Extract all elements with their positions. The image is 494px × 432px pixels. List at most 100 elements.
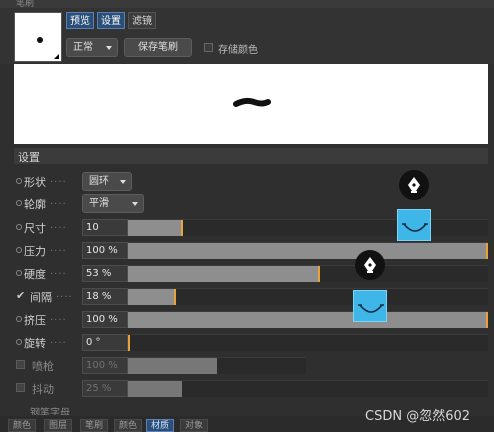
animate-dot-icon[interactable]	[16, 247, 22, 253]
spacing-row: ✔ 间隔 .... 18 %	[14, 286, 488, 307]
hardness-input[interactable]: 53 %	[82, 265, 128, 282]
size-slider-handle[interactable]	[181, 220, 183, 236]
chevron-down-icon	[120, 180, 126, 184]
tab-color[interactable]: 颜色	[8, 419, 37, 432]
squeeze-input[interactable]: 100 %	[82, 311, 128, 328]
animate-dot-icon[interactable]	[16, 200, 22, 206]
tab-color-2[interactable]: 颜色	[114, 419, 143, 432]
airbrush-input[interactable]: 100 %	[82, 357, 128, 374]
airbrush-slider-fill	[128, 358, 217, 374]
size-dots: ....	[50, 220, 67, 231]
spacing-dots: ....	[56, 289, 73, 300]
pressure-slider-fill	[128, 243, 488, 259]
jitter-input[interactable]: 25 %	[82, 380, 128, 397]
store-color-checkbox[interactable]	[204, 43, 213, 52]
jitter-checkbox[interactable]	[16, 383, 25, 392]
spacing-input[interactable]: 18 %	[82, 288, 128, 305]
size-slider[interactable]	[128, 219, 488, 236]
hardness-slider-fill	[128, 266, 319, 282]
watermark: CSDN @忽然602	[365, 409, 471, 424]
save-brush-button[interactable]: 保存笔刷	[124, 38, 192, 57]
jitter-slider[interactable]	[128, 380, 488, 397]
contour-value: 平滑	[89, 198, 109, 209]
spacing-slider-handle[interactable]	[174, 289, 176, 305]
jitter-label: 抖动	[32, 383, 54, 396]
smile-face-icon	[353, 290, 387, 322]
hardness-label: 硬度	[24, 268, 46, 281]
size-input[interactable]: 10	[82, 219, 128, 236]
shape-label: 形状	[24, 176, 46, 189]
squeeze-slider-handle[interactable]	[486, 312, 488, 328]
brush-stroke-preview	[14, 64, 488, 144]
contour-select[interactable]: 平滑	[82, 194, 144, 213]
shape-select[interactable]: 圆环	[82, 172, 132, 191]
spacing-slider[interactable]	[128, 288, 488, 305]
chevron-down-icon	[106, 46, 112, 50]
pressure-label: 压力	[24, 245, 46, 258]
pressure-slider[interactable]	[128, 242, 488, 259]
tab-object[interactable]: 对象	[180, 419, 209, 432]
jitter-row: 抖动 25 %	[14, 378, 488, 399]
hardness-slider-handle[interactable]	[318, 266, 320, 282]
hardness-dots: ....	[50, 266, 67, 277]
rotation-slider[interactable]	[128, 334, 488, 351]
animate-dot-icon[interactable]	[16, 339, 22, 345]
spacing-label: 间隔	[30, 291, 52, 304]
pressure-row: 压力 .... 100 %	[14, 240, 488, 261]
chevron-down-icon	[132, 202, 138, 206]
pressure-slider-handle[interactable]	[486, 243, 488, 259]
brush-preview-thumbnail[interactable]	[14, 12, 62, 62]
jitter-slider-fill	[128, 381, 182, 397]
tab-settings[interactable]: 设置	[97, 12, 125, 29]
hardness-row: 硬度 .... 53 %	[14, 263, 488, 284]
rotation-label: 旋转	[24, 337, 46, 350]
pen-lettering-label: 钢笔字母	[30, 408, 70, 415]
animate-dot-icon[interactable]	[16, 316, 22, 322]
airbrush-checkbox[interactable]	[16, 360, 25, 369]
shape-value: 圆环	[89, 176, 109, 187]
settings-section-header[interactable]: 设置	[14, 148, 488, 164]
animate-dot-icon[interactable]	[16, 178, 22, 184]
animate-dot-icon[interactable]	[16, 224, 22, 230]
stroke-preview-svg	[233, 97, 271, 107]
squeeze-row: 挤压 .... 100 %	[14, 309, 488, 330]
airbrush-slider[interactable]	[128, 357, 306, 374]
store-color-label: 存储颜色	[218, 45, 258, 56]
squeeze-slider[interactable]	[128, 311, 488, 328]
title-strip: 笔刷	[0, 0, 494, 9]
airbrush-label: 喷枪	[32, 360, 54, 373]
smile-face-icon	[397, 209, 431, 241]
rotation-dots: ....	[50, 335, 67, 346]
size-slider-fill	[128, 220, 182, 236]
brush-header: 预览 设置 滤镜 正常 保存笔刷 存储颜色	[0, 8, 494, 64]
airbrush-row: 喷枪 100 %	[14, 355, 488, 376]
corner-arrow-icon	[54, 54, 59, 59]
squeeze-label: 挤压	[24, 314, 46, 327]
tab-material[interactable]: 材质	[146, 419, 175, 432]
rotation-input[interactable]: 0 °	[82, 334, 128, 351]
shape-dots: ....	[50, 174, 67, 185]
pressure-dots: ....	[50, 243, 67, 254]
tab-preview[interactable]: 预览	[66, 12, 94, 29]
pen-nib-icon	[355, 250, 385, 280]
contour-label: 轮廓	[24, 198, 46, 211]
squeeze-slider-fill	[128, 312, 488, 328]
rotation-slider-handle[interactable]	[128, 335, 130, 351]
blend-mode-value: 正常	[73, 42, 93, 53]
squeeze-dots: ....	[50, 312, 67, 323]
contour-dots: ....	[50, 196, 67, 207]
checkmark-icon[interactable]: ✔	[16, 289, 25, 302]
tab-layers[interactable]: 图层	[44, 419, 73, 432]
tab-filters[interactable]: 滤镜	[128, 12, 156, 29]
brush-tip-dot	[37, 37, 43, 43]
tab-brush[interactable]: 笔刷	[80, 419, 109, 432]
spacing-slider-fill	[128, 289, 175, 305]
pressure-input[interactable]: 100 %	[82, 242, 128, 259]
animate-dot-icon[interactable]	[16, 270, 22, 276]
settings-section-title: 设置	[18, 151, 40, 164]
rotation-row: 旋转 .... 0 °	[14, 332, 488, 353]
hardness-slider[interactable]	[128, 265, 488, 282]
pen-nib-icon	[399, 170, 429, 200]
size-label: 尺寸	[24, 222, 46, 235]
blend-mode-select[interactable]: 正常	[66, 38, 118, 57]
